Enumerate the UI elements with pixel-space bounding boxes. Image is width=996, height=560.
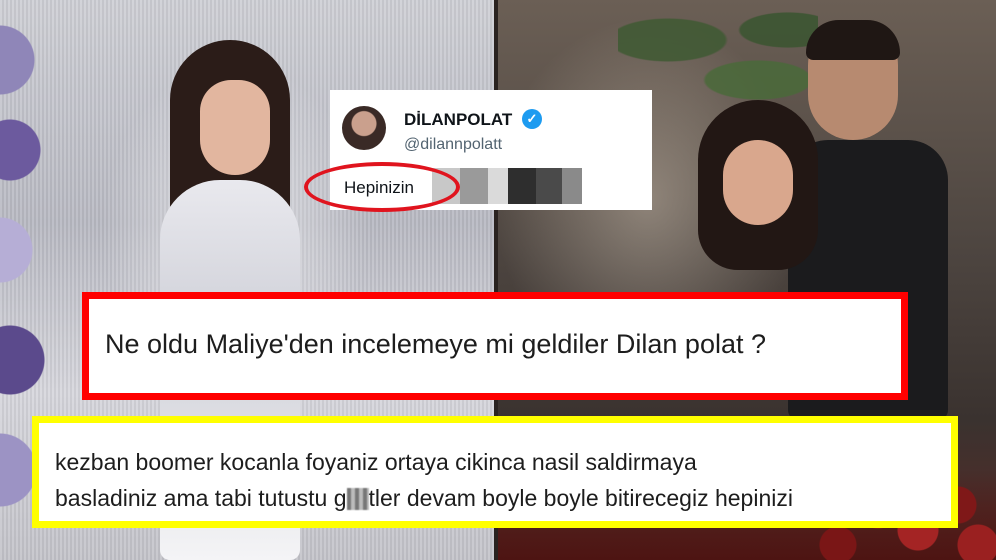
comment-yellow-line2: basladiniz ama tabi tutustu g tler devam … — [55, 485, 793, 512]
comment-yellow-line1: kezban boomer kocanla foyaniz ortaya cik… — [55, 449, 697, 475]
pixelated-censor — [508, 168, 536, 204]
red-highlight-oval — [304, 162, 460, 212]
pixelated-censor — [536, 168, 562, 204]
comment-yellow-line2-start: basladiniz ama tabi tutustu g — [55, 485, 347, 511]
pixelated-censor — [562, 168, 582, 204]
verified-icon: ✓ — [522, 109, 542, 129]
tweet-author-handle: @dilannpolatt — [404, 136, 503, 153]
avatar — [342, 106, 386, 150]
tweet-author-name: DİLANPOLAT — [404, 110, 513, 129]
comment-red-text: Ne oldu Maliye'den incelemeye mi geldile… — [105, 329, 766, 359]
comment-red-box: Ne oldu Maliye'den incelemeye mi geldile… — [82, 292, 908, 400]
pixelated-censor — [488, 168, 508, 204]
comment-yellow-line2-end: tler devam boyle boyle bitirecegiz hepin… — [368, 485, 793, 511]
comment-yellow-box: kezban boomer kocanla foyaniz ortaya cik… — [32, 416, 958, 528]
censored-letter — [346, 488, 369, 510]
pixelated-censor — [460, 168, 488, 204]
